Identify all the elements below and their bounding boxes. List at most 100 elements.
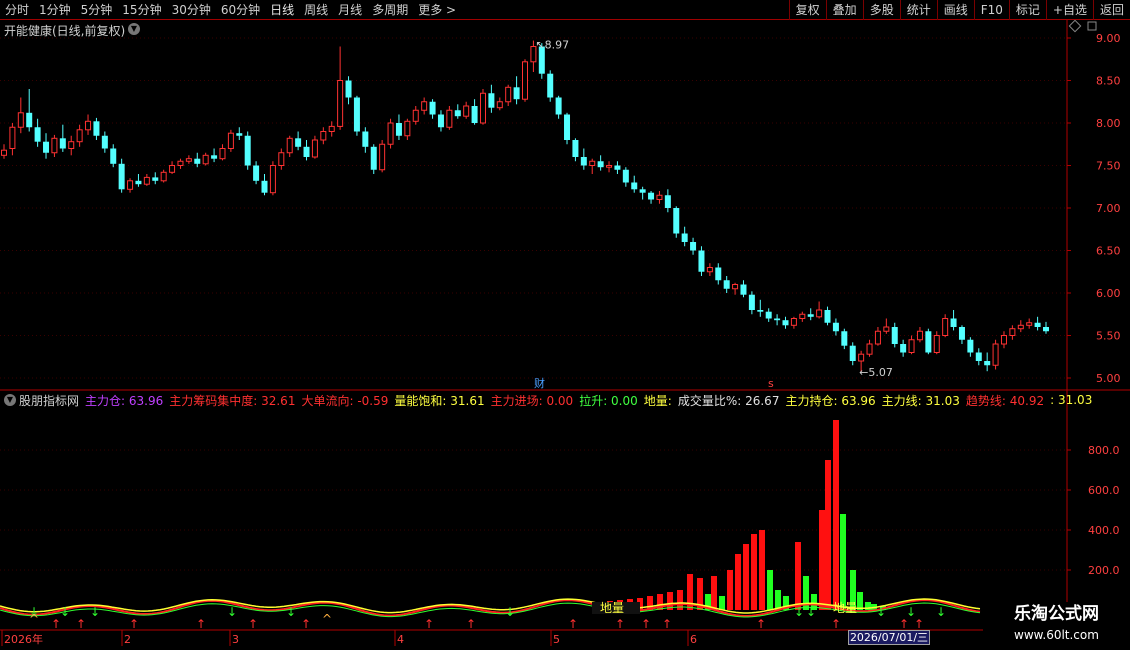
candle-body bbox=[715, 267, 722, 281]
candle bbox=[967, 337, 974, 357]
candle-body bbox=[127, 180, 134, 190]
buy-arrow-icon: ↑ bbox=[129, 617, 139, 631]
candle bbox=[849, 342, 856, 366]
sell-arrow-icon: ↓ bbox=[876, 605, 886, 619]
candle bbox=[177, 158, 184, 169]
candle bbox=[244, 131, 251, 170]
toolbar-button[interactable]: 返回 bbox=[1092, 0, 1130, 20]
action-buttons: 复权 叠加 多股 统计 画线 F10 标记 +自选 返回 bbox=[788, 0, 1130, 20]
indicator-item: 趋势线: 40.92 bbox=[966, 392, 1044, 409]
candle bbox=[589, 158, 596, 174]
candle-body bbox=[211, 155, 218, 159]
candle bbox=[93, 117, 100, 140]
candle bbox=[303, 140, 310, 161]
price-tick-label: 8.00 bbox=[1096, 117, 1121, 130]
candle-body bbox=[76, 129, 83, 143]
candle bbox=[790, 316, 797, 329]
candle bbox=[614, 161, 621, 174]
candle bbox=[421, 97, 428, 115]
indicator-item: 量能饱和: 31.61 bbox=[394, 392, 484, 409]
candle bbox=[26, 89, 33, 132]
candle-body bbox=[841, 331, 848, 346]
indicator-value: -0.59 bbox=[353, 393, 389, 408]
volume-bar bbox=[735, 554, 741, 610]
toolbar-button[interactable]: 统计 bbox=[899, 0, 937, 20]
candle-body bbox=[34, 127, 41, 142]
period-tab[interactable]: 15分钟 bbox=[117, 0, 166, 20]
candle bbox=[1043, 321, 1049, 334]
buy-arrow-icon: ↑ bbox=[76, 617, 86, 631]
candle bbox=[648, 191, 655, 204]
candle bbox=[169, 161, 176, 174]
candle bbox=[219, 144, 226, 161]
sell-arrow-icon: ↓ bbox=[90, 605, 100, 619]
candle-body bbox=[496, 101, 503, 109]
candle bbox=[748, 291, 755, 315]
candle bbox=[387, 118, 394, 149]
period-tab[interactable]: 1分钟 bbox=[34, 0, 76, 20]
candle-body bbox=[160, 171, 167, 182]
candle bbox=[454, 104, 461, 119]
indicator-menu-icon[interactable]: ▼ bbox=[4, 394, 16, 406]
toolbar-button[interactable]: F10 bbox=[973, 0, 1009, 20]
candle-body bbox=[253, 165, 260, 181]
candle bbox=[715, 263, 722, 285]
candle-body bbox=[421, 101, 428, 111]
period-tab[interactable]: 5分钟 bbox=[76, 0, 118, 20]
candle-body bbox=[639, 189, 646, 193]
toolbar-button[interactable]: 标记 bbox=[1008, 0, 1046, 20]
sell-arrow-icon: ↓ bbox=[906, 605, 916, 619]
volume-bar bbox=[751, 534, 757, 610]
period-tab[interactable]: 分时 bbox=[0, 0, 34, 20]
toolbar-button[interactable]: 叠加 bbox=[825, 0, 863, 20]
candle-body bbox=[43, 141, 50, 153]
candle-body bbox=[68, 141, 75, 149]
candle-body bbox=[471, 106, 478, 123]
finance-marker: 财 bbox=[534, 376, 545, 390]
candle bbox=[950, 310, 957, 331]
indicator-legend: ▼ 股朋指标网 主力仓: 63.96 主力筹码集中度: 32.61 大单流向: -0.5… bbox=[4, 392, 1098, 409]
indicator-label: 主力筹码集中度: bbox=[169, 393, 258, 408]
maximize-icon bbox=[1087, 21, 1097, 31]
volume-bar bbox=[759, 530, 765, 610]
candle bbox=[757, 299, 764, 317]
candle-body bbox=[463, 105, 470, 117]
candle-body bbox=[606, 165, 613, 168]
toolbar-button[interactable]: +自选 bbox=[1045, 0, 1093, 20]
candle-body bbox=[110, 148, 117, 164]
toolbar-button[interactable]: 多股 bbox=[862, 0, 900, 20]
price-tick-label: 6.00 bbox=[1096, 287, 1121, 300]
toolbar-button[interactable]: 画线 bbox=[936, 0, 974, 20]
candle-body bbox=[891, 327, 898, 344]
indicator-label: 拉升: bbox=[579, 393, 608, 408]
candle bbox=[404, 118, 411, 140]
candle bbox=[101, 131, 108, 153]
candle bbox=[992, 339, 999, 370]
candle-body bbox=[807, 314, 814, 317]
period-tab[interactable]: 30分钟 bbox=[167, 0, 216, 20]
sell-arrow-icon: ↓ bbox=[936, 605, 946, 619]
candle-body bbox=[303, 146, 310, 157]
period-tab[interactable]: 月线 bbox=[333, 0, 367, 20]
sell-arrow-icon: ↓ bbox=[505, 605, 515, 619]
toolbar-button[interactable]: 复权 bbox=[788, 0, 826, 20]
stock-title: 开能健康(日线,前复权) bbox=[4, 24, 126, 38]
period-tab[interactable]: 60分钟 bbox=[216, 0, 265, 20]
candle-body bbox=[866, 343, 873, 355]
buy-arrow-icon: ↑ bbox=[51, 617, 61, 631]
sell-arrow-icon: ↓ bbox=[60, 605, 70, 619]
candle-body bbox=[1009, 328, 1016, 337]
period-tab[interactable]: 更多 > bbox=[413, 0, 461, 20]
candle bbox=[185, 155, 192, 164]
indicator-label: 量能饱和: bbox=[394, 393, 447, 408]
indicator-item: : 31.03 bbox=[1050, 393, 1092, 407]
period-tab[interactable]: 多周期 bbox=[367, 0, 413, 20]
kline-chart-canvas: 9.00 8.50 8.00 7.50 7.00 6.50 6.00 5.50 5.00 ↖8.… bbox=[0, 20, 1130, 646]
dropdown-chevron-icon[interactable]: ▼ bbox=[128, 23, 140, 35]
candle-body bbox=[614, 165, 621, 170]
candle-body bbox=[446, 109, 453, 128]
candle bbox=[782, 316, 789, 329]
period-tab[interactable]: 周线 bbox=[299, 0, 333, 20]
candle-body bbox=[799, 313, 806, 319]
period-tab[interactable]: 日线 bbox=[265, 0, 299, 20]
